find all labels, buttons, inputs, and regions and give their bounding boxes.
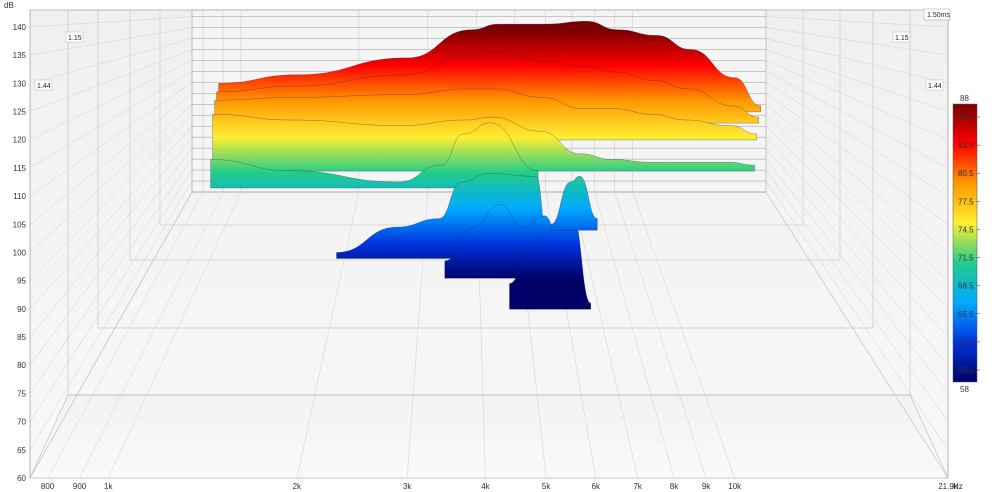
- waterfall-chart: dB 60 65 70 75 80 85 90 95 100 105 110 115 120 125 130…: [4, 1, 980, 491]
- y-tick-label: 140: [13, 23, 27, 32]
- depth-label-front-left: 1.44: [37, 83, 51, 90]
- x-axis: Hz 800 900 1k 2k 3k 4k 5k 6k 7k 8k 9k 10k 21.9k: [41, 482, 963, 491]
- y-tick-label: 85: [17, 333, 26, 342]
- y-tick-label: 60: [17, 474, 26, 483]
- x-tick-label: 800: [41, 482, 55, 491]
- colorbar-tick-label: 86.5: [958, 113, 974, 122]
- colorbar-tick-label: 59.5: [958, 366, 974, 375]
- colorbar-tick-label: 80.5: [958, 169, 974, 178]
- y-unit-label: dB: [4, 1, 14, 10]
- colorbar-tick-label: 71.5: [958, 254, 974, 263]
- colorbar-tick-label: 65.5: [958, 310, 974, 319]
- x-tick-label: 21.9k: [938, 482, 959, 491]
- x-tick-label: 10k: [728, 482, 742, 491]
- y-tick-label: 75: [17, 389, 26, 398]
- colorbar-tick-label: 83.5: [958, 141, 974, 150]
- x-tick-label: 6k: [592, 482, 601, 491]
- y-tick-label: 95: [17, 277, 26, 286]
- x-tick-label: 4k: [481, 482, 490, 491]
- x-tick-label: 7k: [633, 482, 642, 491]
- x-tick-label: 900: [73, 482, 87, 491]
- x-tick-label: 9k: [702, 482, 711, 491]
- colorbar-tick-label: 77.5: [958, 197, 974, 206]
- colorbar-tick-label: 68.5: [958, 282, 974, 291]
- colorbar-min-label: 58: [960, 385, 969, 394]
- colorbar-tick-label: 62.5: [958, 338, 974, 347]
- y-tick-label: 130: [13, 79, 27, 88]
- y-tick-label: 125: [13, 107, 27, 116]
- depth-label-front-right: 1.44: [928, 83, 942, 90]
- y-tick-label: 120: [13, 136, 27, 145]
- floor-front: [29, 394, 949, 479]
- depth-label-back-right: 1.15: [895, 35, 909, 42]
- time-label: 1.50ms: [927, 12, 950, 19]
- x-tick-label: 8k: [670, 482, 679, 491]
- y-tick-label: 105: [13, 220, 27, 229]
- x-tick-label: 1k: [104, 482, 113, 491]
- depth-label-back-left: 1.15: [68, 35, 82, 42]
- colorbar-tick-label: 74.5: [958, 225, 974, 234]
- x-tick-label: 3k: [403, 482, 412, 491]
- y-tick-label: 135: [13, 51, 27, 60]
- colorbar: 88 58 86.5 83.5 80.5 77.5 74.5 71.5 68.5 65.5 62…: [952, 94, 980, 394]
- y-tick-label: 70: [17, 418, 26, 427]
- y-tick-label: 80: [17, 361, 26, 370]
- y-axis: dB 60 65 70 75 80 85 90 95 100 105 110 115 120 125 130…: [4, 1, 27, 483]
- colorbar-max-label: 88: [960, 94, 969, 103]
- y-tick-label: 100: [13, 248, 27, 257]
- y-tick-label: 110: [13, 192, 26, 201]
- x-tick-label: 2k: [293, 482, 302, 491]
- y-tick-label: 65: [17, 446, 26, 455]
- y-tick-label: 115: [13, 164, 26, 173]
- y-tick-label: 90: [17, 305, 26, 314]
- x-tick-label: 5k: [542, 482, 551, 491]
